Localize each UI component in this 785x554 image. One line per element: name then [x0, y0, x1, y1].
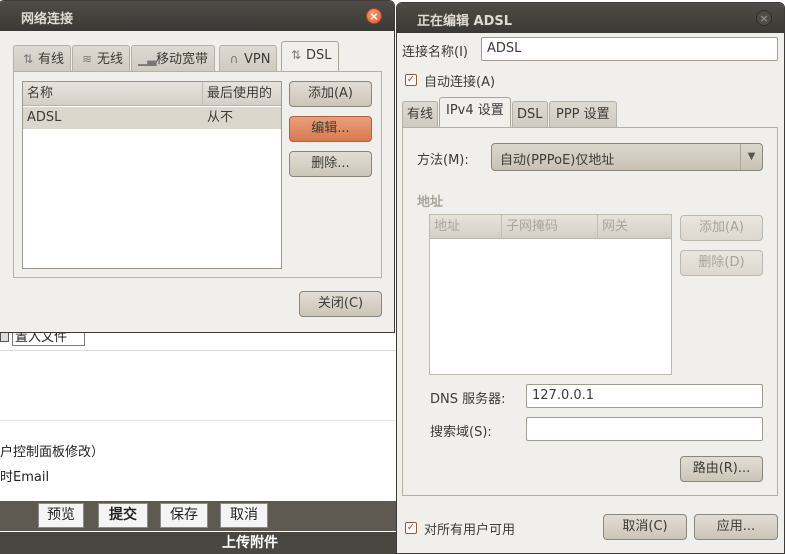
connection-name-input[interactable]: ADSL	[481, 37, 778, 61]
apply-button[interactable]: 应用...	[694, 514, 778, 540]
wired-icon: ⇅	[22, 52, 34, 66]
delete-connection-button[interactable]: 删除...	[289, 151, 372, 177]
background-divider-2	[0, 420, 400, 421]
auto-connect-checkbox[interactable]: ✓	[405, 74, 417, 86]
search-domain-label: 搜索域(S):	[430, 425, 492, 440]
close-icon[interactable]: ×	[756, 10, 772, 26]
tab-wired[interactable]: ⇅ 有线	[13, 45, 72, 72]
all-users-label: 对所有用户可用	[424, 523, 516, 538]
edit-window-title: 正在编辑 ADSL	[417, 14, 513, 29]
connection-last-used-cell: 从不	[207, 110, 234, 125]
connection-name-label: 连接名称(I)	[402, 45, 468, 60]
edit-connection-button[interactable]: 编辑...	[289, 116, 372, 142]
method-value: 自动(PPPoE)仅地址	[500, 153, 615, 168]
add-address-button[interactable]: 添加(A)	[680, 215, 763, 241]
all-users-checkbox[interactable]: ✓	[405, 522, 417, 534]
connection-list: 名称 最后使用的 ADSL 从不	[22, 81, 282, 269]
column-address: 地址	[430, 215, 502, 239]
tab-wireless[interactable]: ≋ 无线	[72, 45, 131, 72]
routes-button[interactable]: 路由(R)...	[680, 456, 763, 482]
background-email-text: 时Email	[0, 470, 50, 485]
network-connections-window: 网络连接 × ⇅ 有线 ≋ 无线 ▁▃移动宽带 ∩ VPN ⇅ DSL 名称 最后使用的…	[0, 0, 395, 333]
close-icon[interactable]: ×	[366, 8, 382, 24]
save-button[interactable]: 保存	[160, 503, 208, 528]
cancel-page-button[interactable]: 取消	[220, 503, 268, 528]
column-last-used[interactable]: 最后使用的	[203, 82, 281, 106]
wireless-icon: ≋	[81, 52, 93, 66]
connection-name-cell: ADSL	[27, 110, 62, 125]
address-section-label: 地址	[417, 195, 444, 210]
column-netmask: 子网掩码	[502, 215, 598, 239]
tab-mobile-broadband[interactable]: ▁▃移动宽带	[131, 45, 216, 72]
dsl-icon: ⇅	[290, 48, 302, 62]
network-window-titlebar[interactable]: 网络连接 ×	[0, 1, 394, 31]
dns-label: DNS 服务器:	[430, 392, 506, 407]
tab-vpn-label: VPN	[244, 52, 271, 67]
background-divider	[0, 350, 400, 351]
tab-mobile-broadband-label: 移动宽带	[156, 52, 209, 67]
ipv4-tab-panel: 方法(M): 自动(PPPoE)仅地址 ▼ 地址 地址 子网掩码 网关 添加(A…	[402, 127, 778, 496]
tab-ppp-settings[interactable]: PPP 设置	[549, 101, 617, 128]
column-gateway: 网关	[602, 219, 629, 234]
connection-list-header: 名称 最后使用的	[23, 82, 281, 106]
tab-dsl-label: DSL	[306, 48, 332, 63]
delete-address-button[interactable]: 删除(D)	[680, 250, 763, 276]
method-select[interactable]: 自动(PPPoE)仅地址 ▼	[491, 143, 763, 171]
edit-connection-window: 正在编辑 ADSL × 连接名称(I) ADSL ✓ 自动连接(A) 有线 IP…	[396, 2, 785, 554]
network-window-title: 网络连接	[21, 12, 74, 27]
table-row[interactable]: ADSL 从不	[23, 107, 281, 129]
search-domain-input[interactable]	[526, 417, 763, 441]
tab-wired-label: 有线	[38, 52, 65, 67]
method-label: 方法(M):	[417, 153, 469, 168]
auto-connect-label: 自动连接(A)	[424, 75, 496, 90]
tab-dsl[interactable]: ⇅ DSL	[281, 41, 339, 72]
submit-button[interactable]: 提交	[98, 503, 148, 528]
chevron-down-icon: ▼	[740, 144, 762, 170]
dsl-tab-panel: 名称 最后使用的 ADSL 从不 添加(A) 编辑... 删除...	[13, 71, 382, 278]
preview-button[interactable]: 预览	[38, 503, 84, 528]
dns-input[interactable]: 127.0.0.1	[526, 384, 763, 408]
tab-vpn[interactable]: ∩ VPN	[219, 45, 278, 72]
address-list-header: 地址 子网掩码 网关	[430, 215, 671, 239]
cancel-button[interactable]: 取消(C)	[603, 514, 687, 540]
edit-window-titlebar[interactable]: 正在编辑 ADSL ×	[397, 3, 784, 33]
add-connection-button[interactable]: 添加(A)	[289, 81, 372, 107]
tab-edit-wired[interactable]: 有线	[402, 101, 439, 128]
mobile-broadband-icon: ▁▃	[138, 52, 157, 66]
close-window-button[interactable]: 关闭(C)	[299, 291, 382, 317]
background-hint-text: 户控制面板修改）	[0, 445, 105, 460]
column-name[interactable]: 名称	[23, 82, 203, 106]
upload-attachment-header[interactable]: 上传附件	[0, 532, 400, 554]
tab-ipv4-settings[interactable]: IPv4 设置	[439, 97, 511, 128]
tab-wireless-label: 无线	[97, 52, 124, 67]
tab-edit-dsl[interactable]: DSL	[512, 101, 548, 128]
address-list: 地址 子网掩码 网关	[429, 214, 672, 375]
vpn-lock-icon: ∩	[229, 52, 239, 66]
